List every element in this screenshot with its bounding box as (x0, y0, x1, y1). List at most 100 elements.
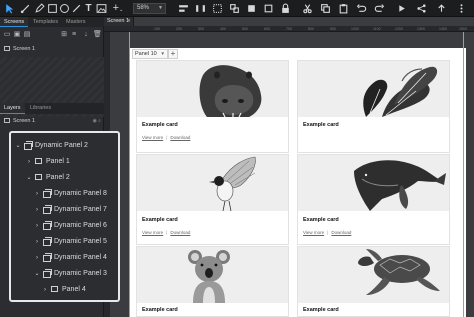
chevron-right-icon[interactable]: › (33, 250, 41, 266)
publish-icon[interactable] (436, 3, 447, 14)
layer-visibility-icon[interactable]: ◉ ⌕ (92, 116, 101, 126)
layer-panel-2[interactable]: ⌄ Panel 2 (25, 170, 70, 186)
card-title: Example card (303, 217, 339, 223)
preview-icon[interactable] (396, 3, 407, 14)
layer-panel-1[interactable]: › Panel 1 (25, 154, 70, 170)
chevron-down-icon[interactable]: ⌄ (33, 266, 41, 282)
right-guide[interactable] (463, 32, 464, 317)
download-link[interactable]: Download (331, 230, 351, 235)
chevron-right-icon[interactable]: › (25, 154, 33, 170)
example-card[interactable]: Example card (136, 246, 289, 317)
select-tool-icon[interactable] (4, 3, 15, 14)
screens-tabs: Screens Templates Masters (0, 17, 104, 27)
add-folder-icon[interactable]: ▤ (23, 31, 31, 39)
example-card[interactable]: Example card (297, 246, 450, 317)
share-icon[interactable] (416, 3, 427, 14)
insert-menu-icon[interactable]: +⌄ (110, 3, 126, 14)
layer-label: Dynamic Panel 3 (54, 270, 107, 277)
add-panel-state-button[interactable]: + (168, 49, 178, 59)
screens-toolbar: ▭ ▣ ▤ ⊞ ≡ ↓ 🗑 (0, 29, 104, 41)
paste-icon[interactable] (338, 3, 349, 14)
layer-label: Panel 1 (46, 158, 70, 165)
example-card[interactable]: Example card View more | Download (136, 154, 289, 245)
redo-icon[interactable] (374, 3, 385, 14)
grid-view-icon[interactable]: ⊞ (60, 31, 68, 39)
ruler-mark: 900 (330, 27, 336, 31)
layer-label: Dynamic Panel 6 (54, 222, 107, 229)
zoom-dropdown[interactable]: 58% ▼ (133, 3, 166, 14)
ellipse-tool-icon[interactable] (59, 3, 70, 14)
lock-icon[interactable] (280, 3, 291, 14)
chevron-right-icon[interactable]: › (33, 186, 41, 202)
distribute-icon[interactable] (195, 3, 206, 14)
layer-dynamic-panel-2[interactable]: ⌄ Dynamic Panel 2 (14, 138, 88, 154)
image-tool-icon[interactable] (96, 3, 107, 14)
layer-dynamic-panel-7[interactable]: › Dynamic Panel 7 (33, 202, 107, 218)
screen-tab[interactable]: Screen 1 ✕ (104, 17, 134, 26)
cut-icon[interactable] (302, 3, 313, 14)
tab-libraries[interactable]: Libraries (26, 103, 55, 114)
delete-icon[interactable]: 🗑 (93, 31, 102, 39)
example-card[interactable]: Example card View more | Download (136, 60, 289, 153)
example-card[interactable]: Example card View more | Download (297, 154, 450, 245)
panel-icon (51, 286, 58, 292)
undo-icon[interactable] (356, 3, 367, 14)
chevron-down-icon[interactable]: ⌄ (14, 138, 22, 154)
layer-dynamic-panel-8[interactable]: › Dynamic Panel 8 (33, 186, 107, 202)
ruler-mark: 400 (220, 27, 226, 31)
layer-label: Dynamic Panel 5 (54, 238, 107, 245)
panel-state-dropdown[interactable]: Panel 10 ▼ (132, 49, 168, 59)
chevron-right-icon[interactable]: › (33, 218, 41, 234)
tab-masters[interactable]: Masters (62, 17, 90, 27)
layer-dynamic-panel-3[interactable]: ⌄ Dynamic Panel 3 (33, 266, 107, 282)
layers-tree-panel: ⌄ Dynamic Panel 2 › Panel 1 ⌄ Panel 2 › Dyna… (9, 131, 120, 302)
layer-dynamic-panel-5[interactable]: › Dynamic Panel 5 (33, 234, 107, 250)
left-guide[interactable] (129, 32, 130, 317)
group-icon[interactable] (212, 3, 223, 14)
layer-label: Dynamic Panel 4 (54, 254, 107, 261)
ruler-mark: 1000 (351, 27, 359, 31)
ruler-mark: 1400 (439, 27, 447, 31)
horizontal-ruler: 100 200 300 400 500 600 700 800 900 1000… (104, 26, 474, 32)
card-title: Example card (303, 122, 339, 128)
view-more-link[interactable]: View more (142, 230, 163, 235)
layer-screen-row[interactable]: Screen 1 ◉ ⌕ (0, 116, 104, 126)
tab-layers[interactable]: Layers (0, 103, 25, 114)
layer-dynamic-panel-4[interactable]: › Dynamic Panel 4 (33, 250, 107, 266)
ruler-mark: 1100 (373, 27, 381, 31)
pen-tool-icon[interactable] (34, 3, 45, 14)
ruler-mark: 600 (264, 27, 270, 31)
copy-icon[interactable] (320, 3, 331, 14)
more-icon[interactable] (456, 3, 467, 14)
bring-forward-icon[interactable] (246, 3, 257, 14)
add-image-icon[interactable]: ▣ (13, 31, 21, 39)
chevron-down-icon[interactable]: ⌄ (25, 170, 33, 186)
screen-list-item[interactable]: Screen 1 (0, 44, 104, 54)
chevron-right-icon[interactable]: › (33, 202, 41, 218)
layer-panel-4[interactable]: › Panel 4 (41, 282, 86, 298)
sort-down-icon[interactable]: ↓ (82, 31, 90, 39)
ungroup-icon[interactable] (229, 3, 240, 14)
download-link[interactable]: Download (170, 135, 190, 140)
app-window: T +⌄ 58% ▼ Screens Templates Masters ▭ ▣… (0, 0, 474, 317)
layer-dynamic-panel-6[interactable]: › Dynamic Panel 6 (33, 218, 107, 234)
rectangle-tool-icon[interactable] (47, 3, 58, 14)
line-tool-icon[interactable] (71, 3, 82, 14)
view-more-link[interactable]: View more (303, 230, 324, 235)
send-backward-icon[interactable] (263, 3, 274, 14)
view-more-link[interactable]: View more (142, 135, 163, 140)
connector-tool-icon[interactable] (20, 3, 31, 14)
close-icon[interactable]: ✕ (127, 17, 131, 26)
add-screen-icon[interactable]: ▭ (3, 31, 11, 39)
tab-templates[interactable]: Templates (29, 17, 62, 27)
whale-photo (298, 155, 449, 211)
chevron-right-icon[interactable]: › (33, 234, 41, 250)
text-tool-icon[interactable]: T (83, 3, 94, 14)
align-icon[interactable] (178, 3, 189, 14)
screen-icon (4, 46, 10, 52)
list-view-icon[interactable]: ≡ (70, 31, 78, 39)
download-link[interactable]: Download (170, 230, 190, 235)
example-card[interactable]: Example card (297, 60, 450, 153)
chevron-right-icon[interactable]: › (41, 282, 49, 298)
tab-screens[interactable]: Screens (0, 17, 29, 27)
